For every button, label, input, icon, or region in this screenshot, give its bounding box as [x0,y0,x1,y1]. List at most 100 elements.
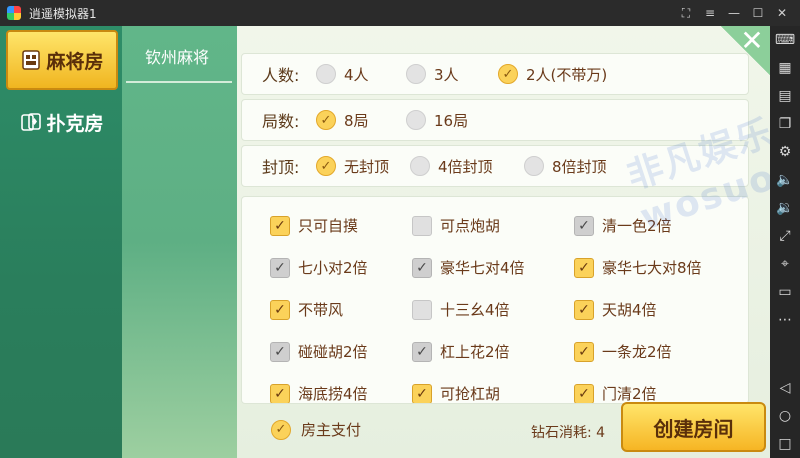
checkbox-disabled-icon: ✓ [412,341,432,362]
checkbox-checked-icon: ✓ [412,383,432,403]
volume-down-icon[interactable]: 🔉 [770,194,800,222]
rule-dragon[interactable]: ✓ 一条龙2倍 [574,341,672,362]
rule-discard-win[interactable]: ✓ 可点炮胡 [412,215,500,236]
rule-no-wind[interactable]: ✓ 不带风 [270,299,343,320]
app-logo-icon [7,6,21,20]
checkbox-checked-icon: ✓ [574,257,594,278]
more-icon[interactable]: ⋯ [770,306,800,334]
apk-icon[interactable]: ▤ [770,82,800,110]
emulator-toolbar: ⌨ ▦ ▤ ❐ ⚙ 🔈 🔉 ⤢ ⌖ ▭ ⋯ ◁ ○ □ [770,26,800,458]
recent-apps-icon[interactable]: □ [770,430,800,458]
checkbox-checked-icon: ✓ [270,299,290,320]
cap-option-8x[interactable]: 8倍封顶 [524,156,607,177]
multi-window-icon[interactable]: ❐ [770,110,800,138]
radio-icon [410,156,430,176]
checkbox-disabled-icon: ✓ [270,257,290,278]
checkbox-checked-icon: ✓ [270,215,290,236]
menu-icon[interactable]: ≡ [698,6,722,20]
radio-checked-icon: ✓ [498,64,518,84]
option-label: 4人 [344,65,369,84]
back-icon[interactable]: ◁ [770,374,800,402]
game-viewport: 麻将房 扑克房 钦州麻将 ✕ 人数: 4人 3人 ✓ 2人(不带万) 局数: ✓… [0,26,770,458]
rule-last-tile[interactable]: ✓ 海底捞4倍 [270,383,368,403]
radio-checked-icon: ✓ [316,156,336,176]
rule-label: 七小对2倍 [298,259,368,277]
folder-icon[interactable]: ▭ [770,278,800,306]
rules-box: ✓ 只可自摸 ✓ 七小对2倍 ✓ 不带风 ✓ 碰碰胡2倍 ✓ 海底捞4倍 ✓ [241,196,749,404]
close-icon[interactable]: ✕ [738,27,766,56]
rule-label: 豪华七大对8倍 [602,259,702,277]
rounds-option-8[interactable]: ✓ 8局 [316,110,369,131]
option-label: 无封顶 [344,157,390,176]
window-controls: ⛶ ≡ — ☐ ✕ [674,0,794,26]
create-room-button[interactable]: 创建房间 [621,402,766,452]
cap-label: 封顶: [262,158,300,177]
checkbox-empty-icon: ✓ [412,299,432,320]
rule-label: 门清2倍 [602,385,657,403]
rule-luxury-big-pairs[interactable]: ✓ 豪华七大对8倍 [574,257,702,278]
players-row: 人数: 4人 3人 ✓ 2人(不带万) [241,53,749,95]
host-pay-label: 房主支付 [301,421,362,439]
panel-footer: ✓ 房主支付 钻石消耗: 4 创建房间 [241,402,770,458]
rule-kong-bloom[interactable]: ✓ 杠上花2倍 [412,341,510,362]
option-label: 3人 [434,65,459,84]
players-option-2[interactable]: ✓ 2人(不带万) [498,64,607,85]
rule-thirteen-orphans[interactable]: ✓ 十三幺4倍 [412,299,510,320]
checkbox-disabled-icon: ✓ [412,257,432,278]
cap-option-4x[interactable]: 4倍封顶 [410,156,493,177]
option-label: 8倍封顶 [552,157,607,176]
cap-option-none[interactable]: ✓ 无封顶 [316,156,389,177]
checkbox-checked-icon: ✓ [270,383,290,403]
rotate-icon[interactable]: ⤢ [770,222,800,250]
room-settings-panel: ✕ 人数: 4人 3人 ✓ 2人(不带万) 局数: ✓ 8局 16局 封顶: ✓… [237,26,770,458]
nav-mahjong-label: 麻将房 [46,50,104,73]
rule-pure-suit[interactable]: ✓ 清一色2倍 [574,215,672,236]
rule-seven-pairs[interactable]: ✓ 七小对2倍 [270,257,368,278]
nav-mahjong-room[interactable]: 麻将房 [6,30,118,90]
window-title: 逍遥模拟器1 [29,6,97,21]
rule-label: 可点炮胡 [440,217,501,235]
rule-label: 豪华七对4倍 [440,259,525,277]
rule-heavenly-hand[interactable]: ✓ 天胡4倍 [574,299,657,320]
players-option-3[interactable]: 3人 [406,64,459,85]
cost-label: 钻石消耗: [531,425,592,441]
home-icon[interactable]: ○ [770,402,800,430]
location-icon[interactable]: ⌖ [770,250,800,278]
radio-icon [406,64,426,84]
nav-poker-room[interactable]: 扑克房 [6,92,118,152]
diamond-cost: 钻石消耗: 4 [531,422,605,442]
rule-label: 十三幺4倍 [440,301,510,319]
keyboard-icon[interactable]: ⌨ [770,26,800,54]
keymap-icon[interactable]: ▦ [770,54,800,82]
nav-poker-label: 扑克房 [46,112,104,135]
option-label: 2人(不带万) [526,65,608,84]
rule-label: 碰碰胡2倍 [298,343,368,361]
players-label: 人数: [262,66,300,85]
checkbox-checked-icon: ✓ [574,383,594,403]
variant-qinzhou-mahjong[interactable]: 钦州麻将 [122,44,232,68]
rule-rob-kong[interactable]: ✓ 可抢杠胡 [412,383,501,403]
volume-up-icon[interactable]: 🔈 [770,166,800,194]
minimize-icon[interactable]: — [722,6,746,20]
cost-value: 4 [596,425,606,441]
host-pay-option[interactable]: ✓ 房主支付 [271,419,361,440]
maximize-icon[interactable]: ☐ [746,6,770,20]
rule-all-pongs[interactable]: ✓ 碰碰胡2倍 [270,341,368,362]
option-label: 8局 [344,111,369,130]
option-label: 16局 [434,111,469,130]
rule-self-draw-only[interactable]: ✓ 只可自摸 [270,215,358,236]
checkbox-checked-icon: ✓ [574,299,594,320]
rule-luxury-seven-pairs[interactable]: ✓ 豪华七对4倍 [412,257,525,278]
rule-concealed-hand[interactable]: ✓ 门清2倍 [574,383,657,403]
settings-icon[interactable]: ⚙ [770,138,800,166]
rule-label: 只可自摸 [298,217,359,235]
rounds-row: 局数: ✓ 8局 16局 [241,99,749,141]
close-window-icon[interactable]: ✕ [770,6,794,20]
rule-label: 可抢杠胡 [440,385,501,403]
rounds-option-16[interactable]: 16局 [406,110,468,131]
mahjong-tile-icon [22,50,41,70]
players-option-4[interactable]: 4人 [316,64,369,85]
fullscreen-icon[interactable]: ⛶ [674,6,698,21]
rounds-label: 局数: [262,112,300,131]
